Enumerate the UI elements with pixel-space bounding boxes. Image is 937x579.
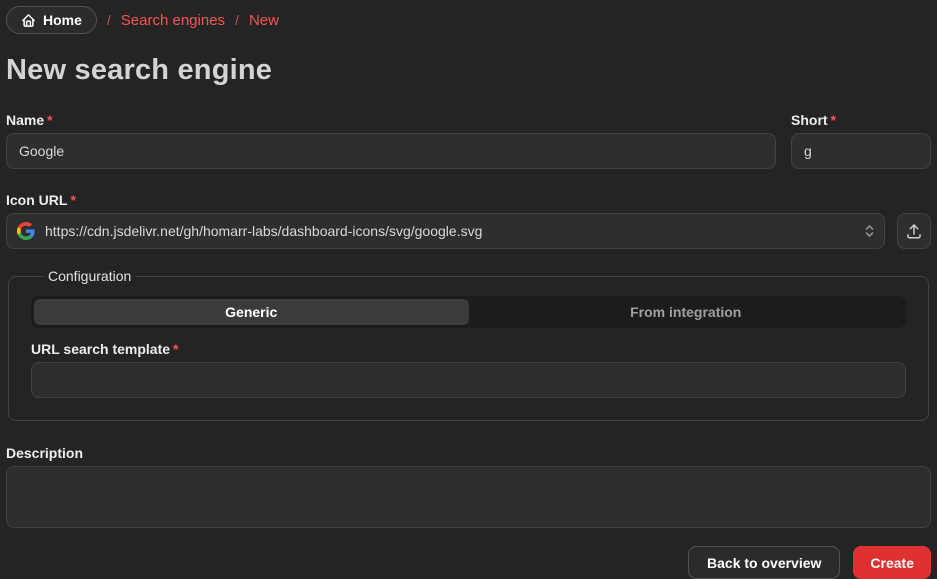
page-container: Home / Search engines / New New search e… bbox=[0, 0, 937, 579]
breadcrumb: Home / Search engines / New bbox=[6, 5, 931, 35]
description-textarea[interactable] bbox=[6, 466, 931, 528]
footer-actions: Back to overview Create bbox=[6, 546, 931, 579]
icon-url-field-group: Icon URL* bbox=[6, 192, 931, 249]
required-asterisk: * bbox=[173, 341, 178, 357]
required-asterisk: * bbox=[831, 112, 836, 128]
breadcrumb-home-button[interactable]: Home bbox=[6, 6, 97, 34]
create-button[interactable]: Create bbox=[853, 546, 931, 579]
breadcrumb-link-new[interactable]: New bbox=[249, 12, 279, 29]
url-template-input[interactable] bbox=[31, 362, 906, 398]
url-template-field-group: URL search template* bbox=[31, 341, 906, 398]
short-field-group: Short* bbox=[791, 112, 931, 169]
configuration-fieldset: Configuration Generic From integration U… bbox=[8, 268, 929, 421]
configuration-legend: Configuration bbox=[43, 268, 136, 284]
breadcrumb-separator: / bbox=[235, 12, 239, 28]
page-title: New search engine bbox=[6, 54, 931, 87]
upload-icon-button[interactable] bbox=[897, 213, 931, 249]
tab-from-integration[interactable]: From integration bbox=[469, 299, 904, 325]
short-input[interactable] bbox=[791, 133, 931, 169]
name-label: Name* bbox=[6, 112, 776, 128]
name-field-group: Name* bbox=[6, 112, 776, 169]
icon-url-input[interactable] bbox=[6, 213, 885, 249]
breadcrumb-home-label: Home bbox=[43, 12, 82, 28]
upload-icon bbox=[905, 222, 923, 240]
icon-url-label: Icon URL* bbox=[6, 192, 931, 208]
name-short-row: Name* Short* bbox=[6, 112, 931, 169]
back-to-overview-button[interactable]: Back to overview bbox=[688, 546, 840, 579]
description-field-group: Description bbox=[6, 445, 931, 531]
required-asterisk: * bbox=[70, 192, 75, 208]
name-input[interactable] bbox=[6, 133, 776, 169]
icon-url-input-wrap bbox=[6, 213, 885, 249]
required-asterisk: * bbox=[47, 112, 52, 128]
breadcrumb-separator: / bbox=[107, 12, 111, 28]
home-icon bbox=[21, 13, 36, 28]
short-label: Short* bbox=[791, 112, 931, 128]
icon-url-row bbox=[6, 213, 931, 249]
tab-generic[interactable]: Generic bbox=[34, 299, 469, 325]
breadcrumb-link-search-engines[interactable]: Search engines bbox=[121, 12, 225, 29]
description-label: Description bbox=[6, 445, 931, 461]
configuration-segmented-control: Generic From integration bbox=[31, 296, 906, 328]
url-template-label: URL search template* bbox=[31, 341, 906, 357]
